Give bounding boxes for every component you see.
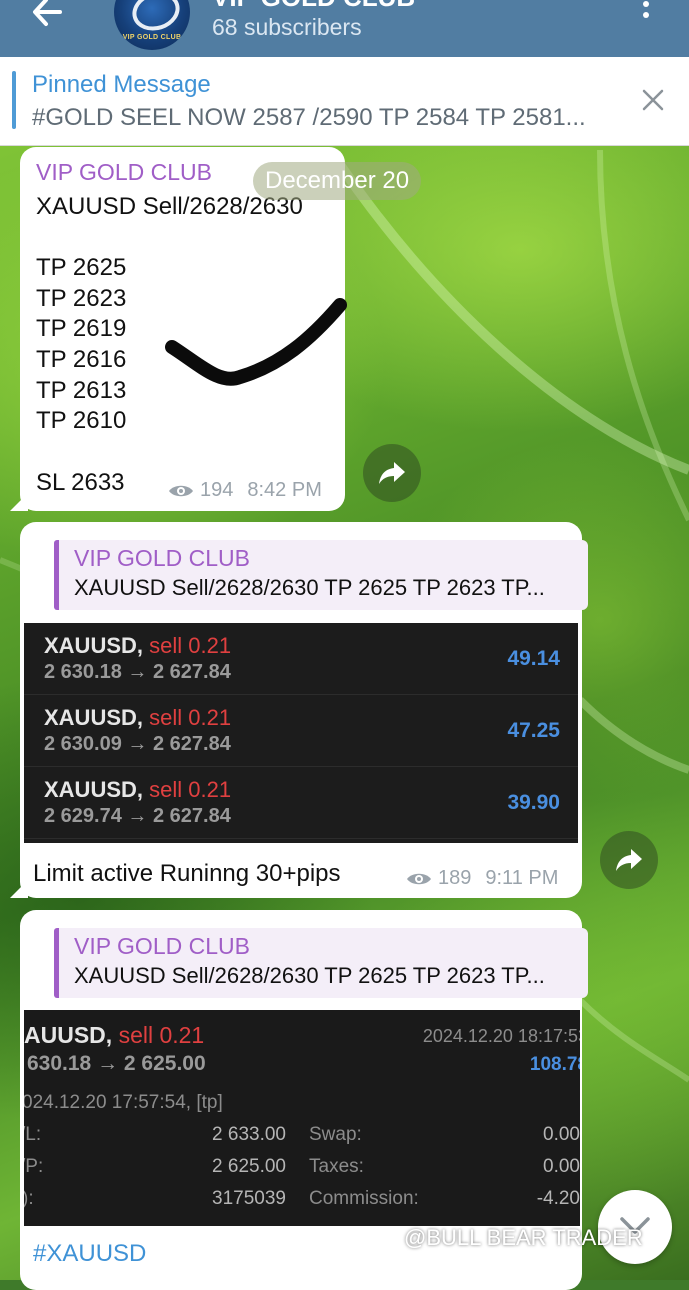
- watermark: @BULL BEAR TRADER: [404, 1225, 643, 1250]
- swap-label: Swap:: [309, 1124, 362, 1145]
- globe-icon: [127, 0, 185, 37]
- trade-prices: 2 630.09 → 2 627.84: [44, 733, 231, 755]
- message-line: TP 2613: [36, 377, 127, 404]
- id-value: 3175039: [212, 1188, 286, 1209]
- id-label: ):: [24, 1188, 34, 1209]
- chat-header: VIP GOLD CLUB VIP GOLD CLUB 68 subscribe…: [0, 0, 689, 57]
- commission-label: Commission:: [309, 1188, 419, 1209]
- message-line: TP 2623: [36, 285, 127, 312]
- trade-symbol: AUUSD, sell 0.21: [24, 1022, 205, 1048]
- message-time: 8:42 PM: [247, 479, 322, 501]
- reply-indicator: [54, 928, 59, 998]
- share-button[interactable]: [363, 444, 421, 502]
- message-line: TP 2610: [36, 407, 127, 434]
- message-time: 9:11 PM: [485, 867, 559, 889]
- swap-value: 0.00: [543, 1124, 580, 1145]
- sl-label: /L:: [24, 1124, 42, 1145]
- reply-preview[interactable]: VIP GOLD CLUB XAUUSD Sell/2628/2630 TP 2…: [54, 540, 588, 610]
- reply-author: VIP GOLD CLUB: [74, 545, 250, 571]
- trade-symbol: XAUUSD, sell 0.21: [44, 705, 232, 730]
- trade-profit: 108.78: [529, 1054, 580, 1075]
- message-line: TP 2625: [36, 254, 127, 281]
- pinned-message-bar[interactable]: Pinned Message #GOLD SEEL NOW 2587 /2590…: [0, 57, 689, 146]
- trade-open-time: 024.12.20 17:57:54, [tp]: [24, 1092, 223, 1113]
- more-menu-icon[interactable]: [638, 0, 654, 26]
- trade-symbol: XAUUSD, sell 0.21: [44, 777, 232, 802]
- tp-label: /P:: [24, 1156, 44, 1177]
- tp-value: 2 625.00: [212, 1156, 286, 1177]
- message-meta: 189 9:11 PM: [406, 867, 558, 890]
- checkmark-drawing: [165, 298, 347, 386]
- trade-profit: 39.90: [507, 791, 560, 814]
- message-line: TP 2619: [36, 315, 127, 342]
- pinned-title: Pinned Message: [32, 71, 211, 98]
- trade-profit: 47.25: [507, 719, 560, 742]
- trade-side: sell 0.21: [149, 777, 232, 802]
- trade-screenshot[interactable]: XAUUSD, sell 0.21 2 630.18 → 2 627.84 49…: [24, 623, 578, 843]
- reply-text: XAUUSD Sell/2628/2630 TP 2625 TP 2623 TP…: [74, 963, 545, 988]
- reply-text: XAUUSD Sell/2628/2630 TP 2625 TP 2623 TP…: [74, 575, 545, 600]
- pinned-indicator: [12, 71, 16, 129]
- reply-indicator: [54, 540, 59, 610]
- trade-row: XAUUSD, sell 0.21 2 630.18 → 2 627.84 49…: [24, 623, 578, 695]
- commission-value: -4.20: [536, 1188, 580, 1209]
- eye-icon: [169, 485, 193, 496]
- reply-preview[interactable]: VIP GOLD CLUB XAUUSD Sell/2628/2630 TP 2…: [54, 928, 588, 998]
- eye-icon: [407, 873, 431, 884]
- date-badge: December 20: [253, 162, 422, 200]
- message-line: SL 2633: [36, 469, 125, 496]
- message-line: TP 2616: [36, 346, 127, 373]
- view-count: 194: [200, 479, 234, 501]
- trade-prices: 2 629.74 → 2 627.84: [44, 805, 231, 827]
- trade-side: sell 0.21: [149, 633, 232, 658]
- forward-icon: [616, 849, 642, 871]
- trade-row: XAUUSD, sell 0.21 2 629.74 → 2 627.84 39…: [24, 767, 578, 839]
- message-author: VIP GOLD CLUB: [36, 159, 212, 185]
- trade-datetime: 2024.12.20 18:17:53: [422, 1026, 580, 1046]
- trade-row: XAUUSD, sell 0.21 2 630.09 → 2 627.84 47…: [24, 695, 578, 767]
- message-meta: 194 8:42 PM: [168, 479, 322, 502]
- forward-icon: [379, 462, 405, 484]
- trade-prices: 2 630.18 → 2 627.84: [44, 661, 231, 683]
- channel-title[interactable]: VIP GOLD CLUB: [212, 0, 415, 13]
- channel-avatar[interactable]: VIP GOLD CLUB: [114, 0, 190, 50]
- subscriber-count: 68 subscribers: [212, 14, 362, 40]
- view-count: 189: [438, 867, 472, 889]
- back-arrow-icon[interactable]: [28, 0, 68, 32]
- taxes-label: Taxes:: [309, 1156, 364, 1177]
- sl-value: 2 633.00: [212, 1124, 286, 1145]
- reply-author: VIP GOLD CLUB: [74, 933, 250, 959]
- trade-detail-screenshot[interactable]: AUUSD, sell 0.21 2024.12.20 18:17:53 630…: [24, 1010, 580, 1226]
- trade-side: sell 0.21: [118, 1022, 205, 1048]
- trade-prices: 630.18 → 2 625.00: [27, 1052, 206, 1075]
- trade-side: sell 0.21: [149, 705, 232, 730]
- share-button[interactable]: [600, 831, 658, 889]
- pinned-text: #GOLD SEEL NOW 2587 /2590 TP 2584 TP 258…: [32, 104, 586, 131]
- trade-symbol: XAUUSD, sell 0.21: [44, 633, 232, 658]
- close-icon[interactable]: [640, 87, 666, 113]
- hashtag-link[interactable]: #XAUUSD: [33, 1240, 146, 1268]
- avatar-label: VIP GOLD CLUB: [122, 34, 182, 41]
- trade-profit: 49.14: [507, 647, 560, 670]
- message-caption: Limit active Runinng 30+pips: [33, 860, 341, 887]
- taxes-value: 0.00: [543, 1156, 580, 1177]
